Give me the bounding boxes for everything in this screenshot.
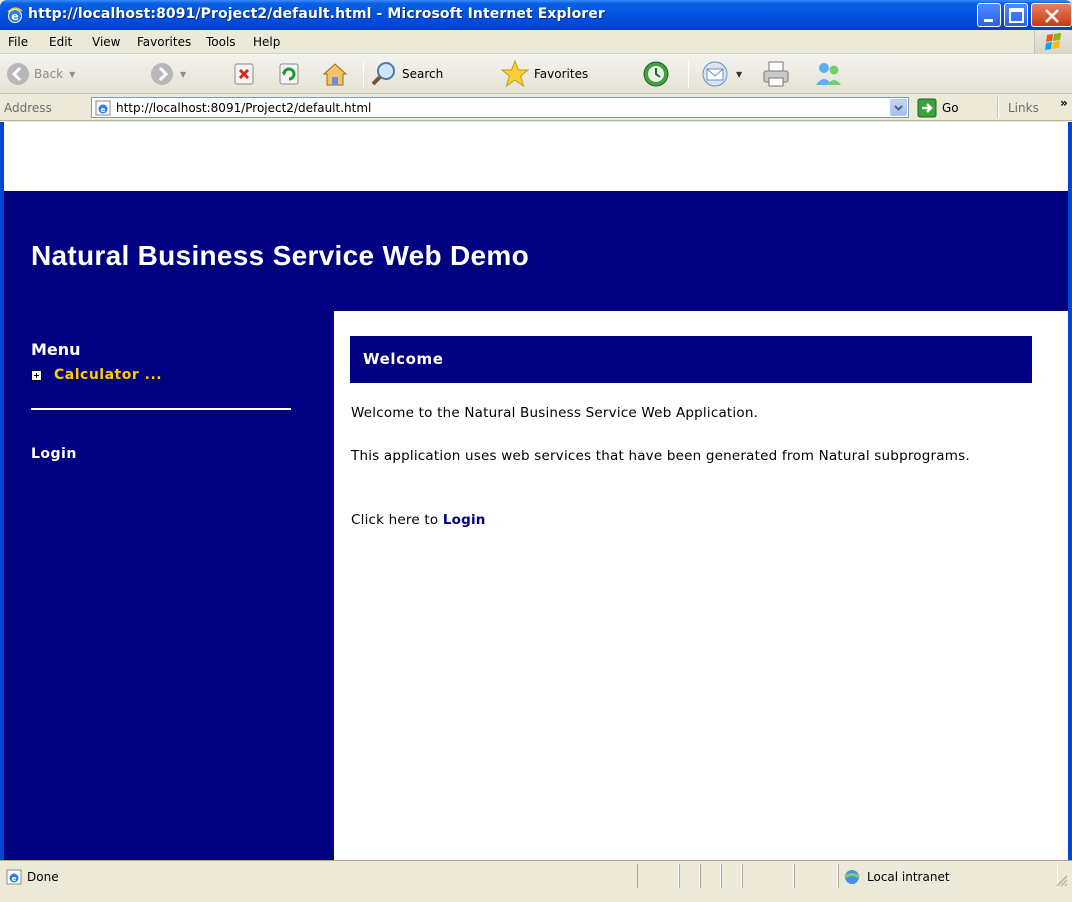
status-bar: e Done Local intranet <box>0 860 1072 902</box>
maximize-button[interactable] <box>1004 3 1028 27</box>
mail-dropdown-icon[interactable]: ▼ <box>736 70 742 79</box>
status-cell <box>679 864 700 888</box>
minimize-icon <box>984 19 993 22</box>
messenger-icon <box>816 63 841 85</box>
links-more-icon[interactable]: » <box>1060 96 1068 110</box>
welcome-header-bar <box>350 336 1032 383</box>
menu-help[interactable]: Help <box>253 35 280 49</box>
search-button[interactable]: Search <box>370 58 443 90</box>
status-cell <box>721 864 742 888</box>
close-button[interactable] <box>1031 3 1072 27</box>
status-cell <box>742 864 794 888</box>
menu-tools[interactable]: Tools <box>206 35 236 49</box>
windows-flag-icon <box>1045 33 1061 50</box>
sidebar-item-calculator[interactable]: Calculator ... <box>31 367 162 383</box>
sidebar-divider <box>31 408 291 410</box>
toolbar-separator <box>688 60 689 88</box>
welcome-heading: Welcome <box>363 350 444 368</box>
stop-icon <box>234 63 254 85</box>
page-sidebar <box>4 311 334 860</box>
zone-text: Local intranet <box>867 870 950 884</box>
status-cell <box>794 864 838 888</box>
back-label: Back <box>34 67 64 81</box>
page-banner-title: Natural Business Service Web Demo <box>31 240 530 271</box>
minimize-button[interactable] <box>977 3 1001 27</box>
menu-file[interactable]: File <box>8 35 28 49</box>
sidebar-item-calculator-label[interactable]: Calculator ... <box>54 367 162 383</box>
windows-logo <box>1034 30 1072 54</box>
menu-bar: File Edit View Favorites Tools Help <box>0 30 1072 54</box>
expand-plus-icon[interactable] <box>31 369 42 381</box>
address-separator <box>997 97 999 118</box>
search-label: Search <box>402 67 444 81</box>
address-bar: Address e http://localhost:8091/Project2… <box>0 94 1072 121</box>
back-dropdown-icon[interactable]: ▼ <box>69 70 75 79</box>
description-paragraph: This application uses web services that … <box>351 448 970 464</box>
menu-view[interactable]: View <box>92 35 120 49</box>
history-icon <box>643 61 669 87</box>
page-done-icon: e <box>6 869 22 885</box>
svg-text:e: e <box>11 10 18 23</box>
menu-favorites[interactable]: Favorites <box>137 35 191 49</box>
favorites-button[interactable]: Favorites <box>500 58 588 90</box>
forward-dropdown-icon[interactable]: ▼ <box>180 70 186 79</box>
address-dropdown-button[interactable] <box>890 99 907 116</box>
search-icon <box>371 62 395 86</box>
forward-arrow-icon <box>151 63 173 85</box>
svg-text:e: e <box>101 106 106 114</box>
standard-toolbar: Back ▼ ▼ Search Favorites ▼ <box>0 54 1072 94</box>
back-button[interactable]: Back ▼ <box>6 58 75 90</box>
svg-text:e: e <box>12 875 17 883</box>
chevron-down-icon <box>894 105 903 111</box>
refresh-button[interactable] <box>277 58 301 90</box>
status-cell <box>637 864 679 888</box>
login-link[interactable]: Login <box>443 512 486 528</box>
sidebar-menu-heading: Menu <box>31 340 81 359</box>
maximize-icon <box>1009 8 1024 23</box>
address-url: http://localhost:8091/Project2/default.h… <box>116 101 372 115</box>
history-button[interactable] <box>641 58 671 90</box>
go-arrow-icon <box>917 98 937 117</box>
stop-button[interactable] <box>232 58 256 90</box>
printer-icon <box>763 61 789 87</box>
window-title: http://localhost:8091/Project2/default.h… <box>28 6 605 22</box>
favorites-star-icon <box>500 59 530 88</box>
mail-button[interactable]: ▼ <box>700 58 742 90</box>
messenger-button[interactable] <box>812 58 844 90</box>
home-icon <box>322 63 348 86</box>
favorites-label: Favorites <box>534 67 589 81</box>
home-button[interactable] <box>321 58 349 90</box>
close-icon <box>1045 9 1059 23</box>
page-ie-icon: e <box>95 100 111 116</box>
go-button[interactable]: Go <box>917 97 959 118</box>
login-prompt-paragraph: Click here to Login <box>351 512 486 528</box>
ie-logo-icon: e <box>7 7 23 23</box>
welcome-paragraph: Welcome to the Natural Business Service … <box>351 405 759 421</box>
login-prompt-text: Click here to <box>351 512 443 528</box>
local-intranet-icon <box>844 870 860 884</box>
links-label[interactable]: Links <box>1008 101 1039 115</box>
toolbar-separator <box>363 60 364 88</box>
resize-grip-icon[interactable] <box>1054 873 1068 887</box>
address-label: Address <box>4 101 52 115</box>
print-button[interactable] <box>760 58 792 90</box>
address-input[interactable]: e http://localhost:8091/Project2/default… <box>91 97 909 118</box>
go-label: Go <box>942 100 959 115</box>
sidebar-item-login[interactable]: Login <box>31 446 77 462</box>
status-cell <box>700 864 721 888</box>
forward-button[interactable]: ▼ <box>150 58 186 90</box>
refresh-icon <box>279 63 299 85</box>
menu-edit[interactable]: Edit <box>49 35 72 49</box>
window-title-bar[interactable]: e http://localhost:8091/Project2/default… <box>0 0 1072 30</box>
back-arrow-icon <box>7 63 29 85</box>
mail-icon <box>702 61 728 87</box>
status-text: Done <box>27 870 59 884</box>
